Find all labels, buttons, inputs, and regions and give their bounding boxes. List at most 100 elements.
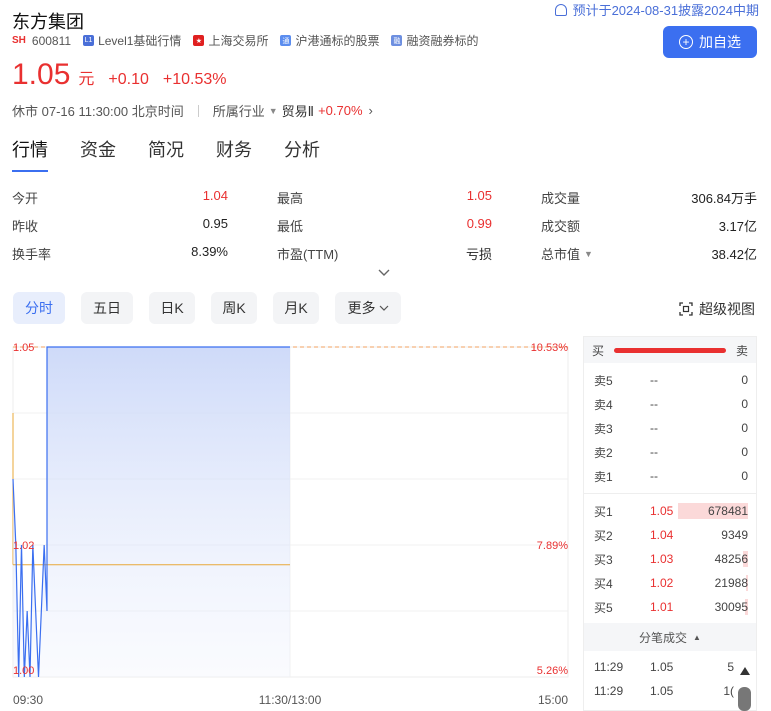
stat-value-high: 1.05	[466, 188, 492, 203]
period-more[interactable]: 更多	[335, 292, 401, 324]
price-unit: 元	[78, 71, 95, 88]
level-volume: 0	[741, 397, 748, 411]
level-volume: 678481	[707, 504, 748, 518]
margin-icon: 融	[391, 35, 403, 46]
bid-row: 买4 1.02 21988	[584, 571, 756, 595]
disclosure-notice[interactable]: 预计于2024-08-31披露2024中期	[554, 0, 759, 19]
book-divider	[584, 493, 756, 494]
level-volume: 21988	[714, 576, 748, 590]
expand-chevron-icon[interactable]	[377, 266, 391, 280]
period-daily[interactable]: 日K	[149, 292, 195, 324]
level1-icon: L1	[83, 35, 95, 46]
stat-label-market-cap[interactable]: 总市值 ▼	[541, 244, 593, 263]
buy-label: 买	[592, 343, 605, 358]
stat-label-low: 最低	[277, 219, 304, 234]
y-left-tick-label: 1.05	[13, 342, 34, 354]
level-label: 卖3	[594, 421, 613, 436]
price-change-pct: +10.53%	[162, 71, 227, 88]
period-weekly[interactable]: 周K	[211, 292, 257, 324]
level-label: 卖2	[594, 445, 613, 460]
trade-price: 1.05	[650, 684, 674, 698]
trade-price: 1.05	[650, 660, 674, 674]
trades-header[interactable]: 分笔成交 ▲	[584, 623, 756, 651]
tag-level1[interactable]: L1 Level1基础行情	[83, 32, 181, 49]
industry-link[interactable]: 贸易Ⅱ	[282, 101, 314, 120]
level-volume: 30095	[714, 600, 748, 614]
level-label: 卖5	[594, 373, 613, 388]
add-watchlist-button[interactable]: + 加自选	[663, 26, 757, 58]
market-status: 休市 07-16 11:30:00 北京时间 所属行业 ▼ 贸易Ⅱ +0.70%…	[12, 101, 373, 120]
stat-label-open: 今开	[12, 191, 39, 206]
x-tick-label: 11:30/13:00	[259, 693, 322, 707]
tab-funds[interactable]: 资金	[80, 136, 116, 172]
level-price: --	[650, 469, 658, 483]
tag-hk-connect[interactable]: 通 沪港通标的股票	[280, 32, 379, 49]
tab-profile[interactable]: 简况	[148, 136, 184, 172]
bid-row: 买1 1.05 678481	[584, 499, 756, 523]
level-volume: 9349	[721, 528, 748, 542]
order-book: 买 卖 卖5 -- 0 卖4 -- 0 卖3 -- 0 卖2 -- 0 卖1 -- 0 买1 1.05 67848…	[583, 336, 757, 711]
bid-row: 买3 1.03 48256	[584, 547, 756, 571]
super-view-button[interactable]: 超级视图	[679, 299, 755, 319]
buy-sell-ratio-bar	[614, 347, 726, 353]
level-volume: 0	[741, 445, 748, 459]
scroll-up-icon[interactable]	[739, 665, 751, 679]
price-area	[13, 347, 290, 677]
level-volume: 0	[741, 469, 748, 483]
stat-value-open: 1.04	[202, 188, 228, 203]
chevron-right-icon[interactable]: ›	[369, 103, 373, 118]
tag-exchange[interactable]: ★ 上海交易所	[193, 32, 268, 49]
level-price: 1.03	[650, 552, 674, 566]
stat-value-pe: 亏损	[465, 247, 492, 262]
level-price: --	[650, 373, 658, 387]
trade-time: 11:29	[594, 660, 624, 674]
level-label: 买3	[594, 552, 613, 567]
divider	[197, 104, 199, 117]
intraday-chart[interactable]: 1.05 1.02 1.00 10.53% 7.89% 5.26% 09:30 11:30/1…	[0, 336, 580, 711]
ask-row: 卖1 -- 0	[584, 464, 756, 488]
y-right-tick-label: 7.89%	[537, 540, 568, 552]
stat-label-high: 最高	[277, 191, 304, 206]
ask-row: 卖5 -- 0	[584, 368, 756, 392]
level-price: 1.04	[650, 528, 674, 542]
level-price: 1.01	[650, 600, 674, 614]
caret-down-icon: ▼	[268, 105, 278, 116]
stat-value-turnover-rate: 8.39%	[191, 244, 228, 259]
level-label: 买1	[594, 504, 613, 519]
y-right-tick-label: 10.53%	[531, 342, 569, 354]
level-label: 买5	[594, 600, 613, 615]
period-monthly[interactable]: 月K	[273, 292, 319, 324]
stat-value-market-cap: 38.42亿	[711, 247, 757, 262]
level-price: 1.05	[650, 504, 674, 518]
tag-margin[interactable]: 融 融资融券标的	[391, 32, 478, 49]
stat-label-turnover: 成交额	[541, 219, 581, 234]
tab-quote[interactable]: 行情	[12, 136, 48, 172]
stat-label-volume: 成交量	[541, 191, 581, 206]
period-intraday[interactable]: 分时	[13, 292, 65, 324]
sell-label: 卖	[735, 343, 748, 358]
main-tabs: 行情 资金 简况 财务 分析	[12, 136, 352, 172]
level-price: 1.02	[650, 576, 674, 590]
stat-label-pe: 市盈(TTM)	[277, 247, 339, 262]
y-right-tick-label: 5.26%	[537, 665, 568, 677]
period-5day[interactable]: 五日	[81, 292, 133, 324]
tab-analysis[interactable]: 分析	[284, 136, 320, 172]
level-volume: 0	[741, 421, 748, 435]
scrollbar-thumb[interactable]	[738, 687, 751, 711]
caret-up-icon: ▲	[693, 632, 701, 642]
stat-value-volume: 306.84万手	[691, 191, 757, 206]
price-block: 1.05 元 +0.10 +10.53%	[12, 58, 241, 92]
tab-finance[interactable]: 财务	[216, 136, 252, 172]
level-label: 买2	[594, 528, 613, 543]
stat-value-prev-close: 0.95	[202, 216, 228, 231]
ask-row: 卖4 -- 0	[584, 392, 756, 416]
trade-volume: 5	[727, 660, 734, 674]
stat-value-turnover: 3.17亿	[718, 219, 757, 234]
trade-row: 11:29 1.05 1(	[584, 679, 756, 703]
stat-label-turnover-rate: 换手率	[12, 247, 52, 262]
exchange-tag: SH	[12, 35, 26, 46]
x-tick-label: 15:00	[538, 693, 568, 707]
china-flag-icon: ★	[193, 35, 205, 46]
industry-change: +0.70%	[318, 103, 363, 118]
x-tick-label: 09:30	[13, 693, 43, 707]
